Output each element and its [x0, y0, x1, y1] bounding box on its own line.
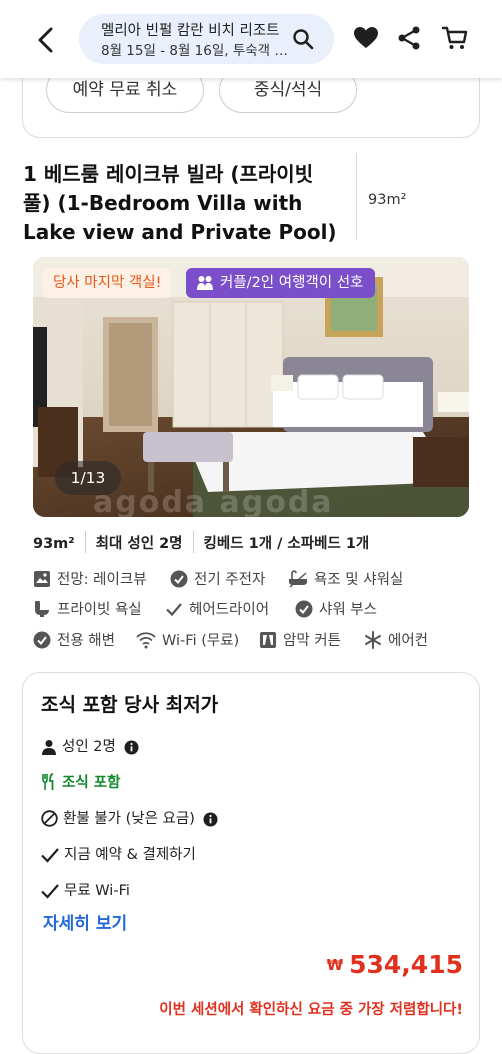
amenity-label: 샤워 부스 [319, 602, 377, 618]
price: ₩534,415 [327, 950, 463, 979]
top-bar: 멜리아 빈펄 캄란 비치 리조트 8월 15일 - 8월 16일, 투숙객 2명 [0, 0, 502, 78]
bathtub-icon [289, 570, 307, 588]
rate-card[interactable]: 조식 포함 당사 최저가 성인 2명 조식 포함 환불 불가 (낮은 요금) 지… [22, 672, 480, 1054]
view-icon [34, 571, 50, 587]
check-icon [41, 848, 59, 863]
cutlery-icon [42, 773, 54, 790]
occupancy-label: 성인 2명 [62, 739, 116, 755]
title-divider [356, 153, 357, 240]
free-wifi-label: 무료 Wi-Fi [64, 883, 130, 899]
amenity-shower-booth: 샤워 부스 [295, 598, 377, 619]
rate-occupancy: 성인 2명 [41, 735, 144, 756]
couple-preferred-badge: 커플/2인 여행객이 선호 [186, 268, 376, 298]
facts-separator [192, 531, 194, 553]
last-room-badge: 당사 마지막 객실! [43, 268, 172, 298]
price-amount: 534,415 [349, 950, 463, 979]
room-size: 93m² [368, 192, 407, 208]
amenity-hair-dryer: 헤어드라이어 [165, 598, 269, 619]
refund-label: 환불 불가 (낮은 요금) [63, 811, 195, 827]
snowflake-icon [365, 631, 381, 649]
rate-breakfast: 조식 포함 [41, 771, 120, 792]
amenity-label: 전용 해변 [57, 633, 115, 649]
toilet-icon [35, 601, 49, 617]
amenity-private-bathroom: 프라이빗 욕실 [33, 598, 142, 619]
back-button[interactable] [28, 22, 64, 58]
room-title[interactable]: 1 베드룸 레이크뷰 빌라 (프라이빗 풀) (1-Bedroom Villa … [23, 160, 341, 247]
info-icon[interactable] [124, 740, 139, 755]
image-watermark: agoda agoda [93, 485, 334, 517]
check-icon [166, 603, 182, 617]
check-icon [41, 884, 59, 899]
rate-refund-policy: 환불 불가 (낮은 요금) [41, 807, 223, 828]
photo-counter: 1/13 [55, 461, 121, 495]
amenity-bathtub-shower: 욕조 및 샤워실 [288, 568, 403, 589]
check-circle-icon [295, 600, 313, 618]
breakfast-label: 조식 포함 [62, 775, 121, 791]
amenity-air-conditioning: 에어컨 [364, 629, 428, 650]
facts-beds: 킹베드 1개 / 소파베드 1개 [203, 536, 370, 552]
room-photo-gallery[interactable]: agoda agoda 당사 마지막 객실! 커플/2인 여행객이 선호 1/1… [33, 257, 469, 517]
rate-title: 조식 포함 당사 최저가 [41, 694, 219, 716]
amenity-label: 암막 커튼 [283, 633, 341, 649]
lowest-price-note: 이번 세션에서 확인하신 요금 중 가장 저렴합니다! [159, 1002, 463, 1018]
search-summary-pill[interactable]: 멜리아 빈펄 캄란 비치 리조트 8월 15일 - 8월 16일, 투숙객 2명 [79, 14, 334, 64]
amenity-lake-view: 전망: 레이크뷰 [33, 568, 147, 589]
check-circle-icon [33, 631, 51, 649]
curtain-icon [260, 632, 276, 648]
amenity-label: Wi-Fi (무료) [162, 633, 240, 649]
back-arrow-icon [38, 27, 53, 53]
person-icon [42, 740, 56, 755]
amenity-blackout-curtains: 암막 커튼 [259, 629, 341, 650]
search-hotel-name: 멜리아 빈펄 캄란 비치 리조트 [101, 23, 280, 39]
facts-occupancy: 최대 성인 2명 [95, 536, 183, 552]
amenity-label: 전망: 레이크뷰 [57, 572, 147, 588]
rate-free-wifi: 무료 Wi-Fi [41, 879, 130, 900]
facts-size: 93m² [33, 536, 75, 552]
cart-icon[interactable] [441, 24, 469, 52]
couple-icon [197, 276, 213, 290]
amenity-label: 헤어드라이어 [189, 602, 270, 618]
heart-icon[interactable] [352, 24, 380, 52]
amenity-label: 프라이빗 욕실 [57, 602, 142, 618]
no-refund-icon [41, 810, 58, 827]
rate-pay-now: 지금 예약 & 결제하기 [41, 843, 196, 864]
facts-separator [84, 531, 86, 553]
amenity-private-beach: 전용 해변 [33, 629, 115, 650]
amenity-label: 욕조 및 샤워실 [314, 572, 404, 588]
room-facts-row: 93m² 최대 성인 2명 킹베드 1개 / 소파베드 1개 [33, 531, 369, 553]
info-icon[interactable] [203, 812, 218, 827]
wifi-icon [136, 632, 156, 649]
share-icon[interactable] [395, 24, 423, 52]
amenity-label: 전기 주전자 [194, 572, 266, 588]
pay-now-label: 지금 예약 & 결제하기 [64, 847, 196, 863]
couple-badge-label: 커플/2인 여행객이 선호 [220, 275, 364, 291]
check-circle-icon [170, 570, 188, 588]
amenity-kettle: 전기 주전자 [170, 568, 265, 589]
see-details-link[interactable]: 자세히 보기 [43, 909, 127, 934]
price-currency: ₩ [326, 956, 344, 974]
search-icon [293, 29, 314, 50]
search-dates-guests: 8월 15일 - 8월 16일, 투숙객 2명 [101, 43, 291, 59]
amenity-wifi: Wi-Fi (무료) [136, 629, 239, 650]
amenity-label: 에어컨 [388, 633, 429, 649]
